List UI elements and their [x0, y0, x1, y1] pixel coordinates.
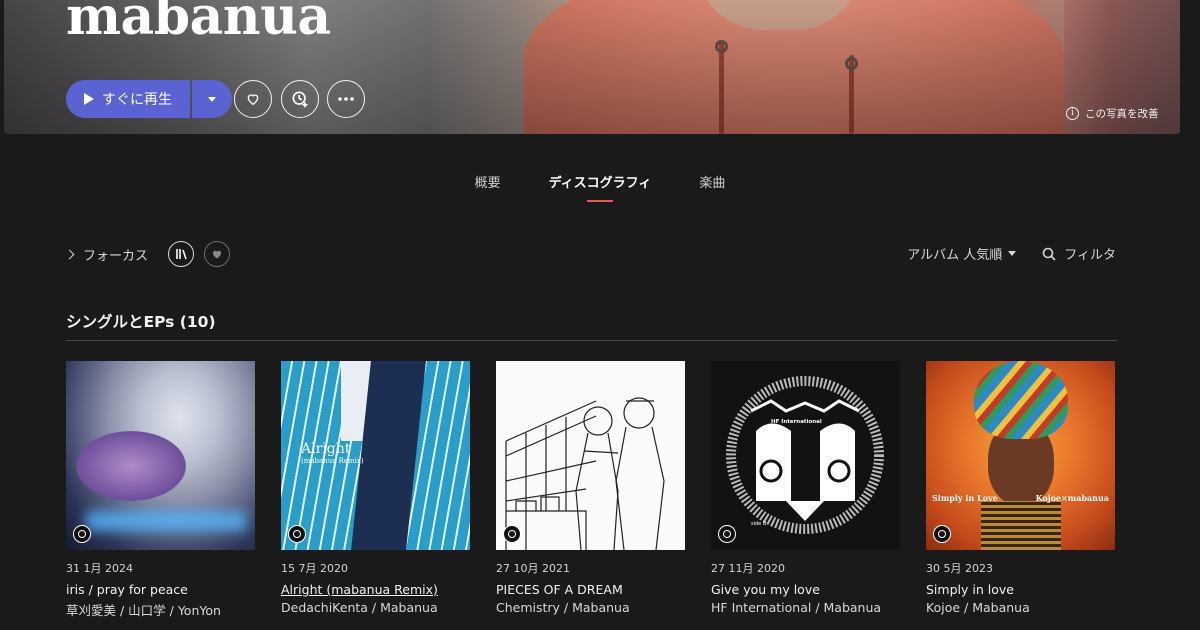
library-icon: [176, 249, 187, 260]
cover-label-left: Simply in Love: [932, 493, 998, 503]
album-cover[interactable]: Simply in Love Kojoe×mabanua: [926, 361, 1115, 550]
album-title[interactable]: Simply in love: [926, 582, 1115, 597]
play-button-group: すぐに再生: [66, 80, 232, 118]
album-release-date: 27 11月 2020: [711, 562, 785, 575]
album-cover[interactable]: [496, 361, 685, 550]
play-icon: [84, 93, 94, 105]
album-cover[interactable]: HF International side B: [711, 361, 900, 550]
chevron-right-icon: [64, 249, 75, 259]
quality-badge-icon: [503, 525, 521, 543]
search-icon: [1042, 247, 1056, 261]
cover-text: Alright (mabanua Remix): [301, 441, 364, 465]
album-cover[interactable]: [66, 361, 255, 550]
favorites-filter-button[interactable]: [204, 241, 231, 267]
cover-line-drawing: [505, 397, 665, 550]
cover-label-right: Kojoe×mabanua: [1035, 493, 1109, 503]
album-title[interactable]: Give you my love: [711, 582, 900, 597]
album-card[interactable]: HF International side B 27 11月 2020 Give…: [711, 361, 900, 619]
cover-label: HF International: [771, 419, 822, 425]
tab-tracks[interactable]: 楽曲: [675, 172, 749, 202]
cover-title: Alright: [301, 441, 351, 457]
cover-art-glow: [86, 511, 246, 531]
album-title[interactable]: iris / pray for peace: [66, 582, 255, 597]
album-release-date: 30 5月 2023: [926, 562, 993, 575]
album-cover[interactable]: Alright (mabanua Remix): [281, 361, 470, 550]
filter-button[interactable]: フィルタ: [1042, 244, 1116, 263]
tab-discography[interactable]: ディスコグラフィ: [525, 172, 676, 202]
album-artist[interactable]: HF International / Mabanua: [711, 600, 900, 615]
sort-label: アルバム 人気順: [907, 248, 1003, 263]
ellipsis-icon: [338, 97, 354, 101]
artist-name: mabanua: [66, 0, 331, 47]
tab-overview[interactable]: 概要: [451, 172, 525, 202]
filter-label: フィルタ: [1064, 248, 1116, 263]
quality-badge-icon: [933, 525, 951, 543]
add-to-queue-button[interactable]: [281, 80, 319, 118]
album-release-date: 27 10月 2021: [496, 562, 570, 575]
clock-plus-icon: [292, 91, 308, 108]
section-title: シングルとEPs (10): [66, 313, 216, 331]
quality-badge-icon: [718, 525, 736, 543]
more-options-button[interactable]: [327, 80, 365, 118]
album-artist[interactable]: Chemistry / Mabanua: [496, 600, 685, 615]
play-now-button[interactable]: すぐに再生: [66, 80, 190, 118]
improve-photo-link[interactable]: i この写真を改善: [1066, 106, 1159, 121]
cover-art-turban: [974, 361, 1068, 439]
sort-dropdown[interactable]: アルバム 人気順: [907, 244, 1017, 263]
quality-badge-icon: [288, 525, 306, 543]
chevron-down-icon: [1008, 251, 1017, 256]
album-artist[interactable]: Kojoe / Mabanua: [926, 600, 1115, 615]
library-filter-button[interactable]: [168, 241, 195, 267]
cover-subtitle: (mabanua Remix): [301, 457, 364, 465]
play-now-label: すぐに再生: [102, 92, 172, 108]
discography-toolbar-left: フォーカス: [64, 241, 231, 267]
album-release-date: 15 7月 2020: [281, 562, 348, 575]
improve-photo-label: この写真を改善: [1085, 108, 1159, 120]
quality-badge-icon: [73, 525, 91, 543]
focus-toggle[interactable]: フォーカス: [64, 245, 149, 264]
album-release-date: 31 1月 2024: [66, 562, 133, 575]
album-card[interactable]: 27 10月 2021 PIECES OF A DREAM Chemistry …: [496, 361, 685, 619]
cover-lions-art: [726, 376, 884, 534]
album-artist[interactable]: DedachiKenta / Mabanua: [281, 600, 470, 615]
play-options-button[interactable]: [192, 80, 232, 118]
heart-icon: [213, 250, 222, 259]
heart-icon: [247, 94, 259, 106]
album-card[interactable]: 31 1月 2024 iris / pray for peace 草刈愛美 / …: [66, 361, 255, 619]
album-artist[interactable]: 草刈愛美 / 山口学 / YonYon: [66, 600, 255, 619]
artist-tabs: 概要 ディスコグラフィ 楽曲: [0, 172, 1200, 202]
album-card[interactable]: Simply in Love Kojoe×mabanua 30 5月 2023 …: [926, 361, 1115, 619]
favorite-button[interactable]: [234, 80, 272, 118]
cover-art-flower: [76, 431, 186, 501]
cover-art-necklace: [981, 501, 1061, 550]
cover-side-label: side B: [751, 521, 767, 527]
album-title[interactable]: PIECES OF A DREAM: [496, 582, 685, 597]
album-grid: 31 1月 2024 iris / pray for peace 草刈愛美 / …: [66, 361, 1115, 619]
album-card[interactable]: Alright (mabanua Remix) 15 7月 2020 Alrig…: [281, 361, 470, 619]
info-icon: i: [1066, 107, 1079, 120]
discography-toolbar-right: アルバム 人気順 フィルタ: [907, 244, 1116, 263]
section-divider: [66, 340, 1117, 341]
chevron-down-icon: [208, 96, 216, 102]
album-title[interactable]: Alright (mabanua Remix): [281, 582, 470, 597]
focus-label: フォーカス: [83, 248, 149, 264]
